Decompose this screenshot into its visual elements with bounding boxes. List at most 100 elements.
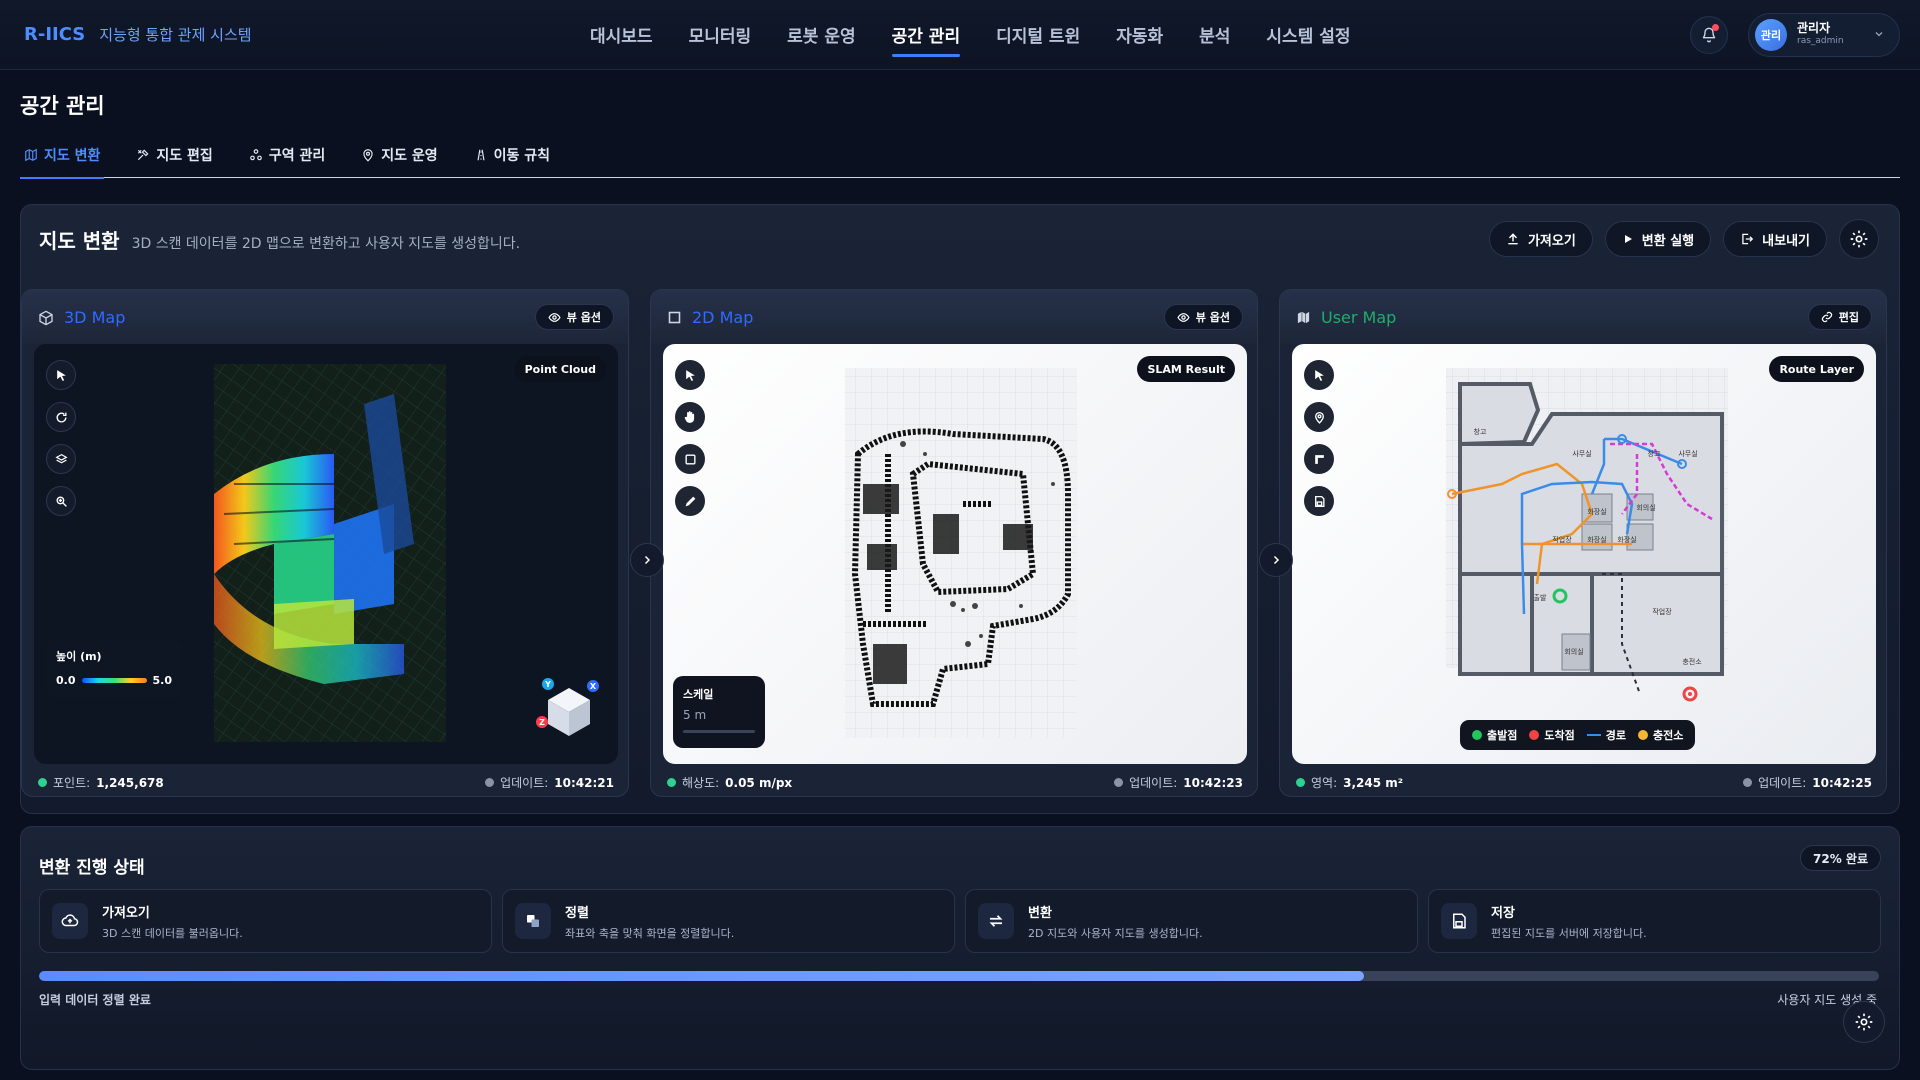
tab-label: 이동 규칙: [493, 148, 551, 164]
cursor-icon: [1314, 369, 1324, 381]
route-layer-tag: Route Layer: [1769, 356, 1864, 382]
nav-system-settings[interactable]: 시스템 설정: [1266, 22, 1350, 57]
step-convert[interactable]: 변환 2D 지도와 사용자 지도를 생성합니다.: [965, 889, 1418, 953]
step-save[interactable]: 저장 편집된 지도를 서버에 저장합니다.: [1428, 889, 1881, 953]
card-title-3d: 3D Map: [64, 308, 126, 327]
area-label: 영역:: [1311, 776, 1338, 790]
view-options-button-3d[interactable]: 뷰 옵션: [534, 304, 614, 330]
nav-automation[interactable]: 자동화: [1116, 22, 1163, 57]
select-tool-button[interactable]: [675, 360, 705, 390]
legend-label: 경로: [1605, 729, 1626, 742]
view-options-label: 뷰 옵션: [1195, 311, 1230, 324]
save-icon: [1314, 495, 1325, 507]
eye-icon: [548, 312, 561, 322]
tab-zone-management[interactable]: 구역 관리: [245, 140, 329, 178]
axis-cube-icon[interactable]: Y X Z: [534, 674, 604, 744]
export-button[interactable]: 내보내기: [1723, 221, 1827, 257]
tab-label: 지도 변환: [44, 148, 101, 164]
cursor-icon: [685, 369, 695, 381]
panel-description: 3D 스캔 데이터를 2D 맵으로 변환하고 사용자 지도를 생성합니다.: [131, 236, 521, 252]
import-label: 가져오기: [1527, 233, 1576, 249]
pin-tool-button[interactable]: [1304, 402, 1334, 432]
layers-icon: [54, 453, 68, 463]
step-import[interactable]: 가져오기 3D 스캔 데이터를 불러옵니다.: [39, 889, 492, 953]
step-title: 정렬: [565, 905, 589, 921]
card-user-map: User Map 편집 창고 사무실 창고 사무실 회의실 화장실 작업장 화장…: [1279, 289, 1887, 797]
step-icon-box: [1441, 903, 1477, 939]
wall-tool-button[interactable]: [1304, 444, 1334, 474]
avatar: 관리: [1755, 19, 1787, 51]
gear-icon: [1855, 1013, 1873, 1031]
link-icon: [1821, 311, 1832, 323]
layers-tool-button[interactable]: [46, 444, 76, 474]
nav-monitoring[interactable]: 모니터링: [689, 22, 752, 57]
legend-title: 높이 (m): [56, 650, 102, 663]
tab-label: 구역 관리: [268, 148, 326, 164]
room-label: 사무실: [1678, 449, 1697, 458]
settings-button[interactable]: [1839, 219, 1879, 259]
slam-result-tag: SLAM Result: [1137, 356, 1235, 382]
nav-analytics[interactable]: 분석: [1199, 22, 1230, 57]
end-marker-icon: [1529, 730, 1540, 740]
user-id: ras_admin: [1797, 36, 1844, 46]
tab-map-edit[interactable]: 지도 편집: [132, 140, 216, 178]
user-menu[interactable]: 관리 관리자 ras_admin: [1748, 13, 1900, 57]
viewport-user[interactable]: 창고 사무실 창고 사무실 회의실 화장실 작업장 화장실 화장실 회의실 출발…: [1292, 344, 1876, 764]
tab-map-operation[interactable]: 지도 운영: [357, 140, 441, 178]
map-icon: [1297, 311, 1310, 324]
user-name: 관리자: [1797, 21, 1831, 35]
status-dot: [1296, 778, 1305, 787]
edit-button[interactable]: 편집: [1807, 304, 1872, 330]
card-2d-map: 2D Map 뷰 옵션 SLAM Result 스케일 5 m 해상도: 0.0…: [650, 289, 1258, 797]
run-conversion-button[interactable]: 변환 실행: [1604, 221, 1712, 257]
step-icon-box: [978, 903, 1014, 939]
nav-space-management[interactable]: 공간 관리: [891, 22, 961, 57]
zoom-in-icon: [55, 495, 67, 507]
charger-marker-icon: [1638, 730, 1648, 740]
progress-panel: 변환 진행 상태 72% 완료 가져오기 3D 스캔 데이터를 불러옵니다. 정…: [20, 826, 1900, 1070]
nav-robot-ops[interactable]: 로봇 운영: [787, 22, 855, 57]
pan-tool-button[interactable]: [675, 402, 705, 432]
progress-title: 변환 진행 상태: [39, 858, 145, 878]
floating-settings-button[interactable]: [1843, 1001, 1885, 1043]
hand-icon: [684, 411, 695, 423]
next-arrow-button-2[interactable]: [1259, 543, 1293, 577]
legend-start: 출발점: [1472, 727, 1517, 743]
nav-digital-twin[interactable]: 디지털 트윈: [996, 22, 1080, 57]
cursor-icon: [56, 369, 66, 381]
notification-button[interactable]: [1690, 16, 1728, 54]
step-align[interactable]: 정렬 좌표와 축을 맞춰 화면을 정렬합니다.: [502, 889, 955, 953]
area: 영역: 3,245 m²: [1296, 774, 1403, 791]
update-time-2d: 업데이트: 10:42:23: [1114, 774, 1243, 791]
room-label: 회의실: [1636, 503, 1655, 512]
rotate-icon: [56, 412, 67, 423]
update-value: 10:42:25: [1812, 775, 1872, 790]
room-label: 화장실: [1617, 535, 1636, 544]
zoom-tool-button[interactable]: [46, 486, 76, 516]
legend-max: 5.0: [152, 674, 173, 687]
edit-label: 편집: [1838, 311, 1859, 324]
tab-movement-rules[interactable]: 이동 규칙: [470, 140, 554, 178]
select-tool-button[interactable]: [1304, 360, 1334, 390]
save-tool-button[interactable]: [1304, 486, 1334, 516]
nav-dashboard[interactable]: 대시보드: [590, 22, 653, 57]
rectangle-tool-button[interactable]: [675, 444, 705, 474]
brand[interactable]: R-IICS 지능형 통합 관제 시스템: [24, 24, 252, 45]
next-arrow-button[interactable]: [630, 543, 664, 577]
room-label: 창고: [1648, 450, 1661, 458]
draw-tool-button[interactable]: [675, 486, 705, 516]
step-desc: 편집된 지도를 서버에 저장합니다.: [1491, 926, 1647, 940]
export-label: 내보내기: [1762, 233, 1810, 249]
top-nav-bar: R-IICS 지능형 통합 관제 시스템 대시보드 모니터링 로봇 운영 공간 …: [0, 0, 1920, 70]
main-nav: 대시보드 모니터링 로봇 운영 공간 관리 디지털 트윈 자동화 분석 시스템 …: [590, 22, 1351, 57]
tab-map-conversion[interactable]: 지도 변환: [20, 140, 105, 179]
step-icon-box: [515, 903, 551, 939]
viewport-3d[interactable]: Point Cloud 높이 (m) 0.0 5.0 Y X Z: [34, 344, 618, 764]
view-options-button-2d[interactable]: 뷰 옵션: [1163, 304, 1243, 330]
import-button[interactable]: 가져오기: [1488, 221, 1593, 257]
viewport-2d[interactable]: SLAM Result 스케일 5 m: [663, 344, 1247, 764]
select-tool-button[interactable]: [46, 360, 76, 390]
wall-icon: [1314, 454, 1324, 464]
rotate-tool-button[interactable]: [46, 402, 76, 432]
zones-icon: [249, 149, 262, 161]
